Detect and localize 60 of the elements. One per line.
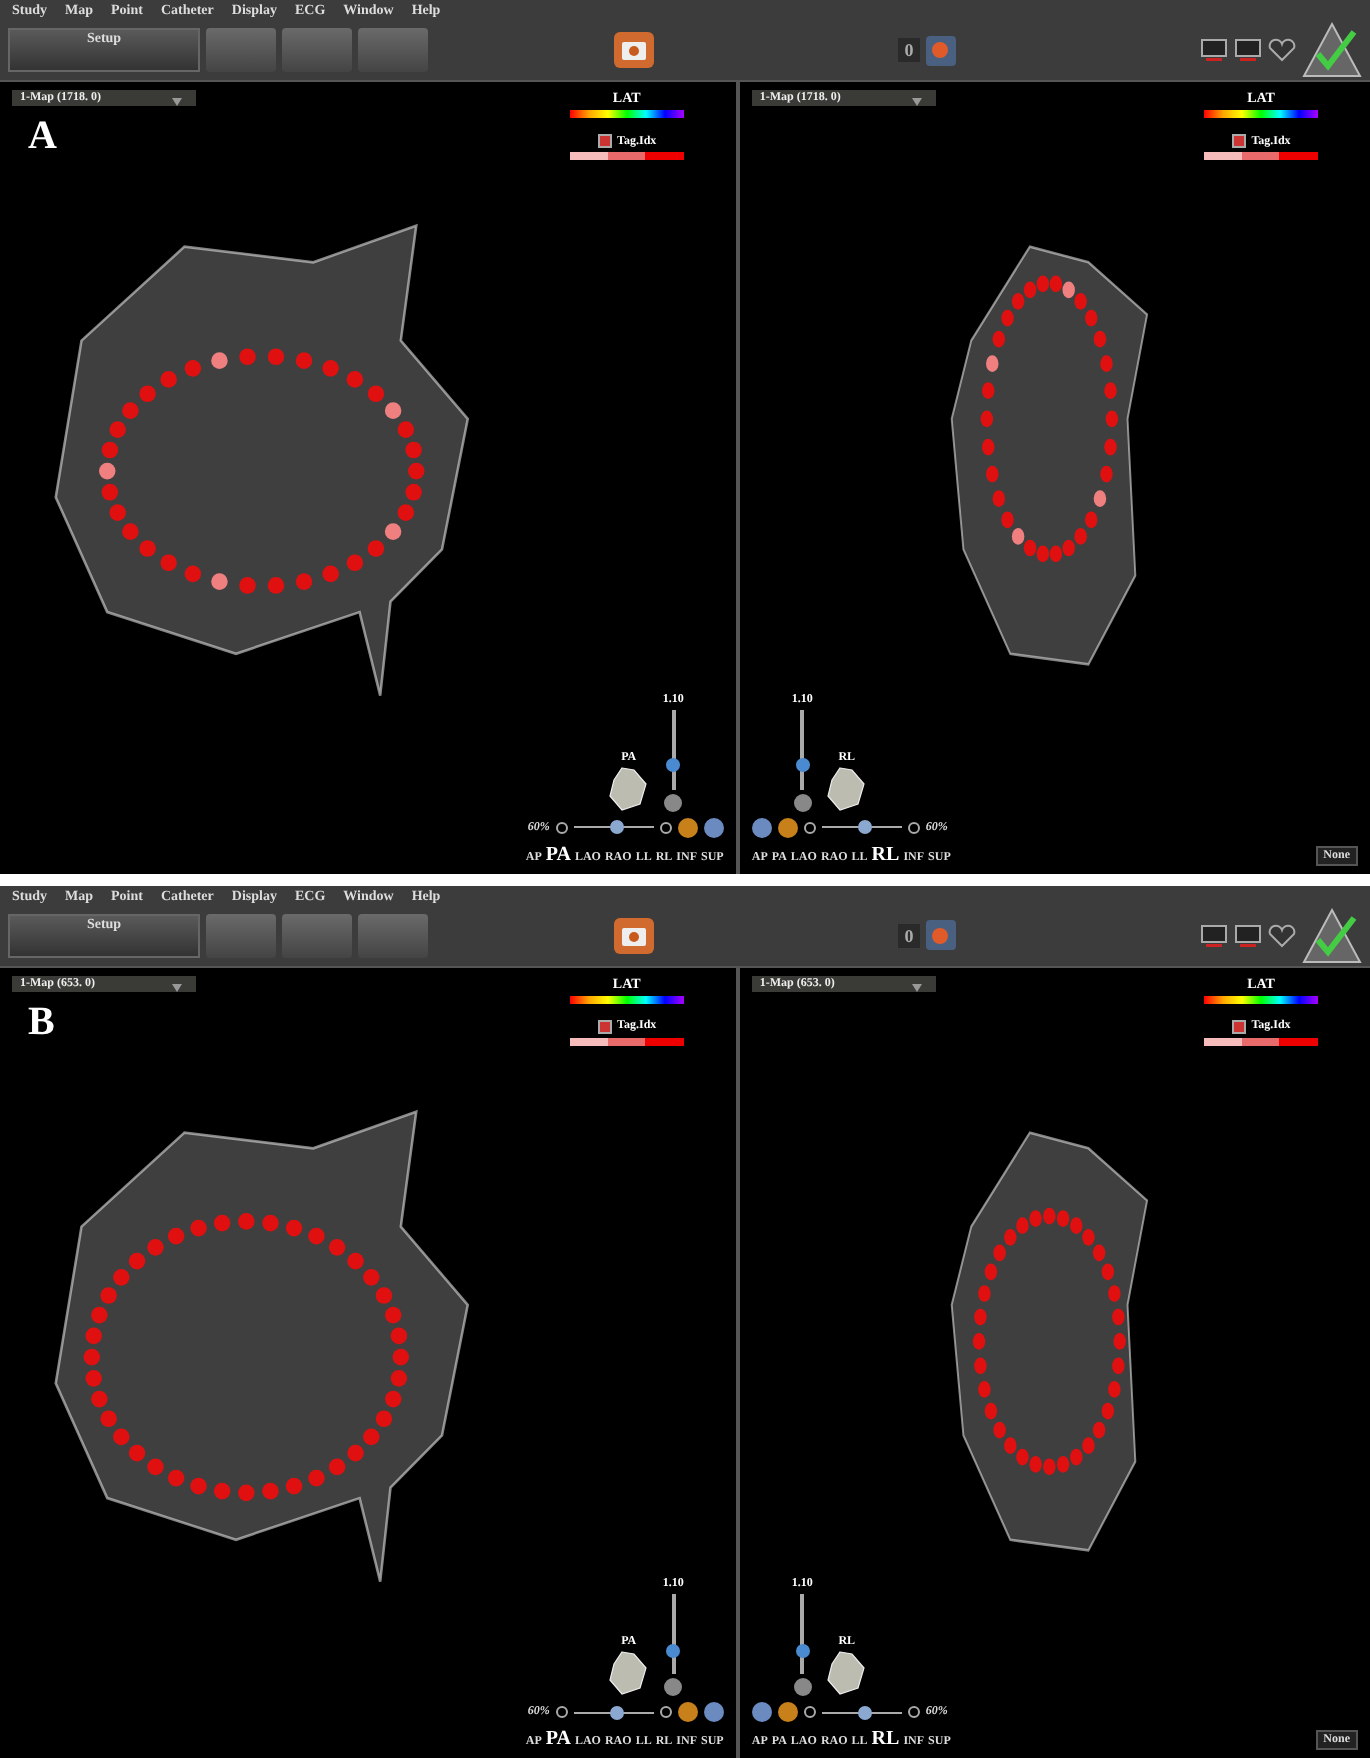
tag-checkbox[interactable] bbox=[1231, 134, 1246, 148]
color-scale-bar bbox=[1204, 110, 1318, 118]
color-scale-bar bbox=[569, 110, 684, 118]
panel-label: B bbox=[26, 999, 57, 1045]
tag-scale-bar bbox=[1204, 1037, 1318, 1045]
rotate-button[interactable] bbox=[793, 793, 812, 811]
camera-icon bbox=[620, 923, 648, 947]
view-ball-button[interactable] bbox=[751, 1702, 772, 1722]
orientation-button[interactable]: PA bbox=[545, 843, 571, 865]
counter-field[interactable]: 0 bbox=[898, 923, 920, 947]
tag-scale-bar bbox=[1204, 152, 1318, 160]
tag-checkbox[interactable] bbox=[597, 134, 612, 148]
heart-button[interactable] bbox=[925, 35, 956, 65]
monitor-icon[interactable] bbox=[1234, 38, 1262, 62]
rotate-button[interactable] bbox=[664, 1678, 683, 1696]
view-ball-button[interactable] bbox=[703, 817, 724, 837]
heart-button[interactable] bbox=[925, 920, 956, 950]
zoom-slider[interactable] bbox=[800, 709, 805, 789]
orientation-button[interactable]: RL bbox=[871, 843, 900, 865]
view-ball-button[interactable] bbox=[703, 1702, 724, 1722]
color-scale-bar bbox=[1204, 995, 1318, 1003]
tag-scale-bar bbox=[569, 152, 684, 160]
monitor-icon[interactable] bbox=[1200, 38, 1228, 62]
minus-icon[interactable] bbox=[555, 1706, 568, 1718]
zoom-slider[interactable] bbox=[671, 709, 676, 789]
zoom-slider[interactable] bbox=[671, 1594, 676, 1674]
minus-icon[interactable] bbox=[907, 1706, 920, 1718]
monitor-icon[interactable] bbox=[1234, 923, 1262, 947]
counter-field[interactable]: 0 bbox=[898, 38, 920, 62]
color-scale-bar bbox=[569, 995, 684, 1003]
orientation-button[interactable]: PA bbox=[545, 1728, 571, 1750]
checkmark-logo-icon bbox=[1302, 905, 1362, 965]
minus-icon[interactable] bbox=[907, 821, 920, 833]
plus-icon[interactable] bbox=[803, 821, 816, 833]
shading-ball-button[interactable] bbox=[677, 817, 698, 837]
checkmark-logo-icon bbox=[1302, 20, 1362, 80]
zoom-slider[interactable] bbox=[800, 1594, 805, 1674]
caret-icon bbox=[172, 983, 182, 991]
plus-icon[interactable] bbox=[659, 821, 672, 833]
minus-icon[interactable] bbox=[555, 821, 568, 833]
camera-icon bbox=[620, 38, 648, 62]
caret-icon bbox=[911, 983, 922, 991]
tag-checkbox[interactable] bbox=[1231, 1019, 1246, 1033]
caret-icon bbox=[911, 98, 922, 106]
monitor-icon[interactable] bbox=[1200, 923, 1228, 947]
panel-label: A bbox=[26, 114, 59, 160]
caret-icon bbox=[172, 98, 182, 106]
shading-ball-button[interactable] bbox=[777, 1702, 798, 1722]
shading-ball-button[interactable] bbox=[777, 817, 798, 837]
rotate-button[interactable] bbox=[793, 1678, 812, 1696]
tag-scale-bar bbox=[569, 1037, 684, 1045]
orientation-button[interactable]: RL bbox=[871, 1728, 900, 1750]
rotate-button[interactable] bbox=[664, 793, 683, 811]
camera-button[interactable] bbox=[614, 917, 654, 953]
camera-button[interactable] bbox=[614, 32, 654, 68]
plus-icon[interactable] bbox=[659, 1706, 672, 1718]
view-ball-button[interactable] bbox=[751, 817, 772, 837]
shading-ball-button[interactable] bbox=[677, 1702, 698, 1722]
plus-icon[interactable] bbox=[803, 1706, 816, 1718]
tag-checkbox[interactable] bbox=[597, 1019, 612, 1033]
